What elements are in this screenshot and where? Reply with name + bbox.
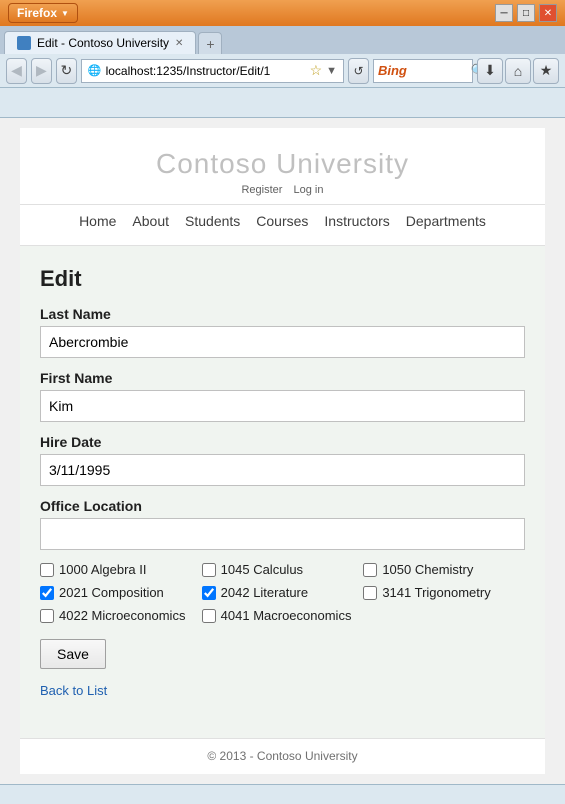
course-4022-label: 4022 Microeconomics [59,608,185,623]
page-content: Contoso University Register Log in Home … [0,118,565,784]
empty-cell [363,608,525,623]
reload-button[interactable]: ↺ [348,58,369,84]
status-bar [0,784,565,804]
firefox-menu-button[interactable]: Firefox [8,3,78,23]
forward-button[interactable]: ▶ [31,58,52,84]
nav-about[interactable]: About [132,213,169,229]
close-icon: ✕ [544,8,552,19]
course-2021-item: 2021 Composition [40,585,202,600]
course-1000-checkbox[interactable] [40,563,54,577]
toolbar-icons: ⬇ ⌂ ★ [477,58,559,84]
course-1045-checkbox[interactable] [202,563,216,577]
new-tab-icon: + [206,36,214,52]
nav-instructors[interactable]: Instructors [324,213,389,229]
nav-home[interactable]: Home [79,213,116,229]
forward-icon: ▶ [36,62,47,79]
course-4041-item: 4041 Macroeconomics [202,608,364,623]
browser-toolbar [0,88,565,118]
save-button[interactable]: Save [40,639,106,669]
last-name-input[interactable] [40,326,525,358]
site-footer: © 2013 - Contoso University [20,738,545,773]
course-4041-checkbox[interactable] [202,609,216,623]
course-1045-label: 1045 Calculus [221,562,303,577]
refresh-button[interactable]: ↻ [56,58,77,84]
address-bar: 🌐 ☆ ▼ [81,59,344,83]
search-input[interactable] [409,64,469,78]
course-2021-checkbox[interactable] [40,586,54,600]
url-input[interactable] [106,64,306,78]
active-tab[interactable]: Edit - Contoso University ✕ [4,31,196,54]
last-name-label: Last Name [40,306,525,322]
course-1050-item: 1050 Chemistry [363,562,525,577]
nav-departments[interactable]: Departments [406,213,486,229]
hire-date-label: Hire Date [40,434,525,450]
first-name-label: First Name [40,370,525,386]
site-auth-links: Register Log in [20,184,545,196]
search-bar: Bing 🔍 [373,59,473,83]
site-nav: Home About Students Courses Instructors … [20,204,545,235]
register-link[interactable]: Register [241,184,282,196]
home-icon[interactable]: ⌂ [505,58,531,84]
login-link[interactable]: Log in [294,184,324,196]
site-header: Contoso University Register Log in Home … [20,128,545,246]
minimize-button[interactable]: ─ [495,4,513,22]
titlebar-left: Firefox [8,3,78,23]
course-3141-checkbox[interactable] [363,586,377,600]
tab-close-icon[interactable]: ✕ [175,38,183,49]
close-button[interactable]: ✕ [539,4,557,22]
course-2042-item: 2042 Literature [202,585,364,600]
refresh-icon: ↻ [61,62,73,79]
footer-copyright: © 2013 - Contoso University [207,749,357,763]
nav-students[interactable]: Students [185,213,240,229]
star-icon[interactable]: ☆ [310,62,323,79]
reload-icon: ↺ [353,64,363,78]
navigation-bar: ◀ ▶ ↻ 🌐 ☆ ▼ ↺ Bing 🔍 ⬇ ⌂ ★ [0,54,565,88]
maximize-button[interactable]: □ [517,4,535,22]
nav-courses[interactable]: Courses [256,213,308,229]
back-button[interactable]: ◀ [6,58,27,84]
course-1050-checkbox[interactable] [363,563,377,577]
download-icon[interactable]: ⬇ [477,58,503,84]
first-name-input[interactable] [40,390,525,422]
course-4022-item: 4022 Microeconomics [40,608,202,623]
lock-icon: 🌐 [88,64,102,77]
course-2042-label: 2042 Literature [221,585,308,600]
hire-date-input[interactable] [40,454,525,486]
bookmarks-icon[interactable]: ★ [533,58,559,84]
course-1000-item: 1000 Algebra II [40,562,202,577]
maximize-icon: □ [523,8,529,19]
course-3141-item: 3141 Trigonometry [363,585,525,600]
tab-title: Edit - Contoso University [37,36,169,50]
course-1045-item: 1045 Calculus [202,562,364,577]
titlebar: Firefox ─ □ ✕ [0,0,565,26]
course-2042-checkbox[interactable] [202,586,216,600]
bing-logo: Bing [378,63,407,78]
page-heading: Edit [40,266,525,292]
edit-form: Edit Last Name First Name Hire Date Offi… [20,246,545,738]
course-4022-checkbox[interactable] [40,609,54,623]
back-icon: ◀ [11,62,22,79]
course-4041-label: 4041 Macroeconomics [221,608,352,623]
tab-bar: Edit - Contoso University ✕ + [0,26,565,54]
window-controls: ─ □ ✕ [495,4,557,22]
course-1050-label: 1050 Chemistry [382,562,473,577]
minimize-icon: ─ [500,8,507,19]
course-3141-label: 3141 Trigonometry [382,585,490,600]
bookmark-icon[interactable]: ▼ [326,65,337,77]
office-location-label: Office Location [40,498,525,514]
back-to-list-link[interactable]: Back to List [40,683,525,698]
office-location-input[interactable] [40,518,525,550]
courses-checkbox-grid: 1000 Algebra II 1045 Calculus 1050 Chemi… [40,562,525,623]
tab-favicon [17,36,31,50]
browser-frame: Firefox ─ □ ✕ Edit - Contoso University … [0,0,565,804]
page-inner: Contoso University Register Log in Home … [20,128,545,774]
new-tab-button[interactable]: + [198,32,222,54]
course-1000-label: 1000 Algebra II [59,562,146,577]
course-2021-label: 2021 Composition [59,585,164,600]
firefox-label: Firefox [17,6,57,20]
site-title: Contoso University [20,148,545,180]
